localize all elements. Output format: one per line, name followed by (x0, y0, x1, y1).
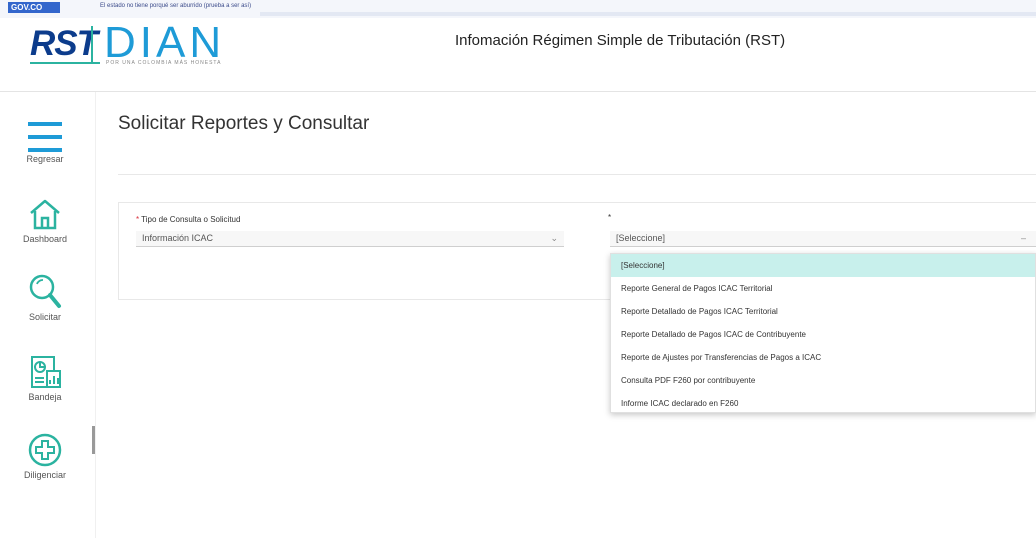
gov-bar-stripe (260, 12, 1036, 16)
query-type-label: * Tipo de Consulta o Solicitud (136, 215, 240, 224)
chevron-down-icon: – (1020, 233, 1026, 243)
sidebar-item-label: Dashboard (22, 234, 68, 244)
dropdown-option[interactable]: Informe ICAC declarado en F260 (611, 392, 1035, 415)
home-icon (30, 199, 60, 230)
sidebar-item-regresar[interactable]: Regresar (6, 116, 84, 164)
sidebar-item-label: Bandeja (28, 392, 62, 402)
title-divider (118, 174, 1036, 175)
dropdown-option[interactable]: Reporte Detallado de Pagos ICAC de Contr… (611, 323, 1035, 346)
sidebar: Regresar Dashboard Solicitar Bandeja Dil… (6, 92, 96, 538)
dropdown-option[interactable]: Reporte Detallado de Pagos ICAC Territor… (611, 300, 1035, 323)
required-mark: * (136, 215, 140, 224)
sidebar-scroll-handle[interactable] (92, 426, 95, 454)
rst-logo: RST (30, 24, 98, 63)
gov-co-logo[interactable]: GOV.CO (8, 2, 60, 13)
page-title: Solicitar Reportes y Consultar (118, 113, 370, 134)
dian-logo-tagline: POR UNA COLOMBIA MÁS HONESTA (106, 60, 222, 66)
sidebar-item-bandeja[interactable]: Bandeja (6, 354, 84, 402)
search-icon (29, 274, 61, 308)
logo-separator (91, 26, 93, 62)
dropdown-option[interactable]: Consulta PDF F260 por contribuyente (611, 369, 1035, 392)
query-type-value: Información ICAC (142, 233, 214, 243)
header-title: Infomación Régimen Simple de Tributación… (455, 32, 786, 49)
sidebar-item-label: Regresar (26, 154, 64, 164)
sidebar-item-label: Solicitar (28, 312, 61, 322)
sidebar-item-dashboard[interactable]: Dashboard (6, 196, 84, 244)
report-type-dropdown: [Seleccione] Reporte General de Pagos IC… (610, 253, 1036, 413)
chevron-down-icon: ⌄ (550, 233, 558, 243)
query-type-label-text: Tipo de Consulta o Solicitud (141, 215, 241, 224)
dropdown-option[interactable]: [Seleccione] (611, 254, 1035, 277)
sidebar-item-label: Diligenciar (23, 470, 67, 480)
sidebar-item-solicitar[interactable]: Solicitar (6, 272, 84, 322)
query-type-select[interactable]: Información ICAC ⌄ (136, 231, 564, 247)
gov-bar-note: El estado no tiene porqué ser aburrido (… (100, 3, 252, 9)
dropdown-option[interactable]: Reporte de Ajustes por Transferencias de… (611, 346, 1035, 369)
menu-icon (28, 116, 62, 152)
gov-top-bar: GOV.CO El estado no tiene porqué ser abu… (0, 0, 1036, 18)
sidebar-item-diligenciar[interactable]: Diligenciar (6, 432, 84, 480)
rst-logo-underline (30, 62, 100, 64)
report-type-value: [Seleccione] (616, 233, 666, 243)
app-header: RST DIAN POR UNA COLOMBIA MÁS HONESTA In… (0, 18, 1036, 92)
dropdown-option[interactable]: Reporte General de Pagos ICAC Territoria… (611, 277, 1035, 300)
report-icon (31, 356, 61, 388)
required-mark: * (608, 213, 612, 222)
add-circle-icon (28, 433, 62, 467)
report-type-select[interactable]: [Seleccione] – (610, 231, 1036, 247)
report-type-label: * (608, 213, 611, 222)
